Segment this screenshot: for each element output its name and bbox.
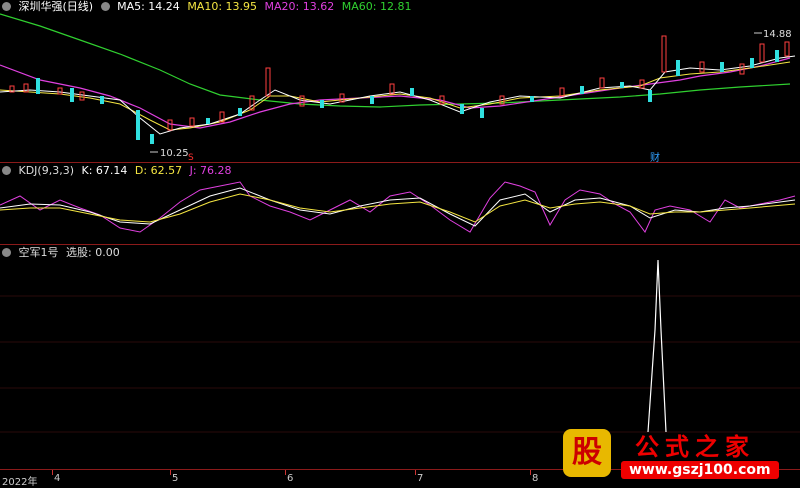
finance-marker[interactable]: 财 [650,151,660,164]
kdj-j-line [0,181,796,233]
axis-tick [285,470,286,475]
low-price-label: 10.25 [160,148,189,159]
axis-tick [530,470,531,475]
candlesticks [9,35,790,144]
axis-tick [52,470,53,475]
axis-label-year: 2022年 [2,477,38,488]
signal-grid [0,295,800,433]
signal-spike [647,259,667,433]
high-price-label: 14.88 [763,29,792,40]
axis-label-month: 6 [287,473,294,484]
chart-canvas[interactable]: 14.88 10.25 S 财 [0,0,800,487]
kdj-d-line [0,193,796,223]
axis-label-month: 4 [54,473,61,484]
axis-tick [170,470,171,475]
axis-label-month: 7 [417,473,424,484]
ma5-line [0,55,796,135]
axis-label-month: 8 [532,473,539,484]
watermark: 股 公式之家 www.gszj100.com [555,425,800,487]
watermark-name: 公式之家 [635,433,755,461]
axis-tick [415,470,416,475]
watermark-url: www.gszj100.com [621,461,779,479]
axis-label-month: 5 [172,473,179,484]
s-marker: S [188,153,194,163]
watermark-logo: 股 [563,429,611,477]
